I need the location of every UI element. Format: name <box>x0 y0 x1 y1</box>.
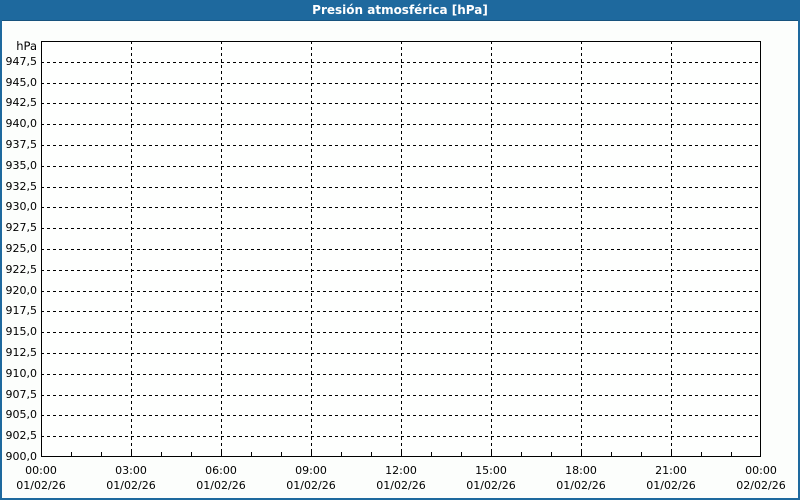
x-tick-time-label: 12:00 <box>385 464 417 477</box>
v-gridline <box>491 41 492 457</box>
x-tick-time-label: 18:00 <box>565 464 597 477</box>
y-tick-label: 917,5 <box>5 304 38 318</box>
x-minor-tick <box>581 452 582 457</box>
y-tick-label: 930,0 <box>5 200 38 214</box>
x-tick-date-label: 02/02/26 <box>736 479 786 492</box>
x-minor-tick <box>221 452 222 457</box>
chart-title: Presión atmosférica [hPa] <box>312 2 488 17</box>
y-tick-label: 942,5 <box>5 96 38 110</box>
x-minor-tick <box>281 452 282 457</box>
x-minor-tick <box>71 452 72 457</box>
x-tick-time-label: 09:00 <box>295 464 327 477</box>
chart-window: Presión atmosférica [hPa] hPa 947,5 945,0… <box>0 0 800 500</box>
x-minor-tick <box>551 452 552 457</box>
x-tick-time-label: 15:00 <box>475 464 507 477</box>
v-gridline <box>581 41 582 457</box>
y-tick-label: 920,0 <box>5 283 38 297</box>
v-gridline <box>401 41 402 457</box>
x-minor-tick <box>191 452 192 457</box>
x-minor-tick <box>161 452 162 457</box>
x-minor-tick <box>401 452 402 457</box>
x-minor-tick <box>311 452 312 457</box>
chart-region: hPa 947,5 945,0 942,5 940,0 937,5 935,0 932,5 9… <box>0 0 800 500</box>
x-minor-tick <box>701 452 702 457</box>
y-tick-label: 905,0 <box>5 408 38 422</box>
x-tick-date-label: 01/02/26 <box>556 479 606 492</box>
v-gridline <box>671 41 672 457</box>
y-tick-label: 922,5 <box>5 262 38 276</box>
x-minor-tick <box>371 452 372 457</box>
x-tick-date-label: 01/02/26 <box>376 479 426 492</box>
y-tick-label: 910,0 <box>5 366 38 380</box>
x-minor-tick <box>251 452 252 457</box>
y-tick-label: 932,5 <box>5 179 38 193</box>
y-axis-unit-label: hPa <box>16 39 37 53</box>
y-tick-label: 945,0 <box>5 75 38 89</box>
x-tick-date-label: 01/02/26 <box>196 479 246 492</box>
x-minor-tick <box>431 452 432 457</box>
x-minor-tick <box>671 452 672 457</box>
x-minor-tick <box>461 452 462 457</box>
x-tick-time-label: 00:00 <box>745 464 777 477</box>
v-gridline <box>311 41 312 457</box>
x-tick-time-label: 00:00 <box>25 464 57 477</box>
y-tick-label: 940,0 <box>5 117 38 131</box>
y-tick-label: 900,0 <box>5 450 38 463</box>
x-minor-tick <box>131 452 132 457</box>
x-tick-date-label: 01/02/26 <box>466 479 516 492</box>
y-tick-label: 947,5 <box>5 54 38 68</box>
x-tick-date-label: 01/02/26 <box>106 479 156 492</box>
y-tick-label: 912,5 <box>5 346 38 359</box>
x-minor-tick <box>341 452 342 457</box>
x-tick-date-label: 01/02/26 <box>16 479 66 492</box>
x-minor-tick <box>101 452 102 457</box>
x-minor-tick <box>731 452 732 457</box>
y-tick-label: 907,5 <box>5 387 38 401</box>
x-tick-time-label: 21:00 <box>655 464 687 477</box>
v-gridline <box>131 41 132 457</box>
v-gridline <box>221 41 222 457</box>
y-tick-label: 915,0 <box>5 325 38 339</box>
plot-area <box>41 41 761 457</box>
chart-title-bar: Presión atmosférica [hPa] <box>0 0 800 21</box>
x-tick-date-label: 01/02/26 <box>646 479 696 492</box>
y-tick-label: 937,5 <box>5 138 38 151</box>
x-minor-tick <box>641 452 642 457</box>
x-tick-time-label: 06:00 <box>205 464 237 477</box>
x-tick-date-label: 01/02/26 <box>286 479 336 492</box>
x-tick-time-label: 03:00 <box>115 464 147 477</box>
y-tick-label: 925,0 <box>5 242 38 255</box>
x-minor-tick <box>611 452 612 457</box>
x-minor-tick <box>521 452 522 457</box>
y-tick-label: 902,5 <box>5 429 38 443</box>
y-tick-label: 927,5 <box>5 221 38 235</box>
x-minor-tick <box>491 452 492 457</box>
y-tick-label: 935,0 <box>5 158 38 172</box>
